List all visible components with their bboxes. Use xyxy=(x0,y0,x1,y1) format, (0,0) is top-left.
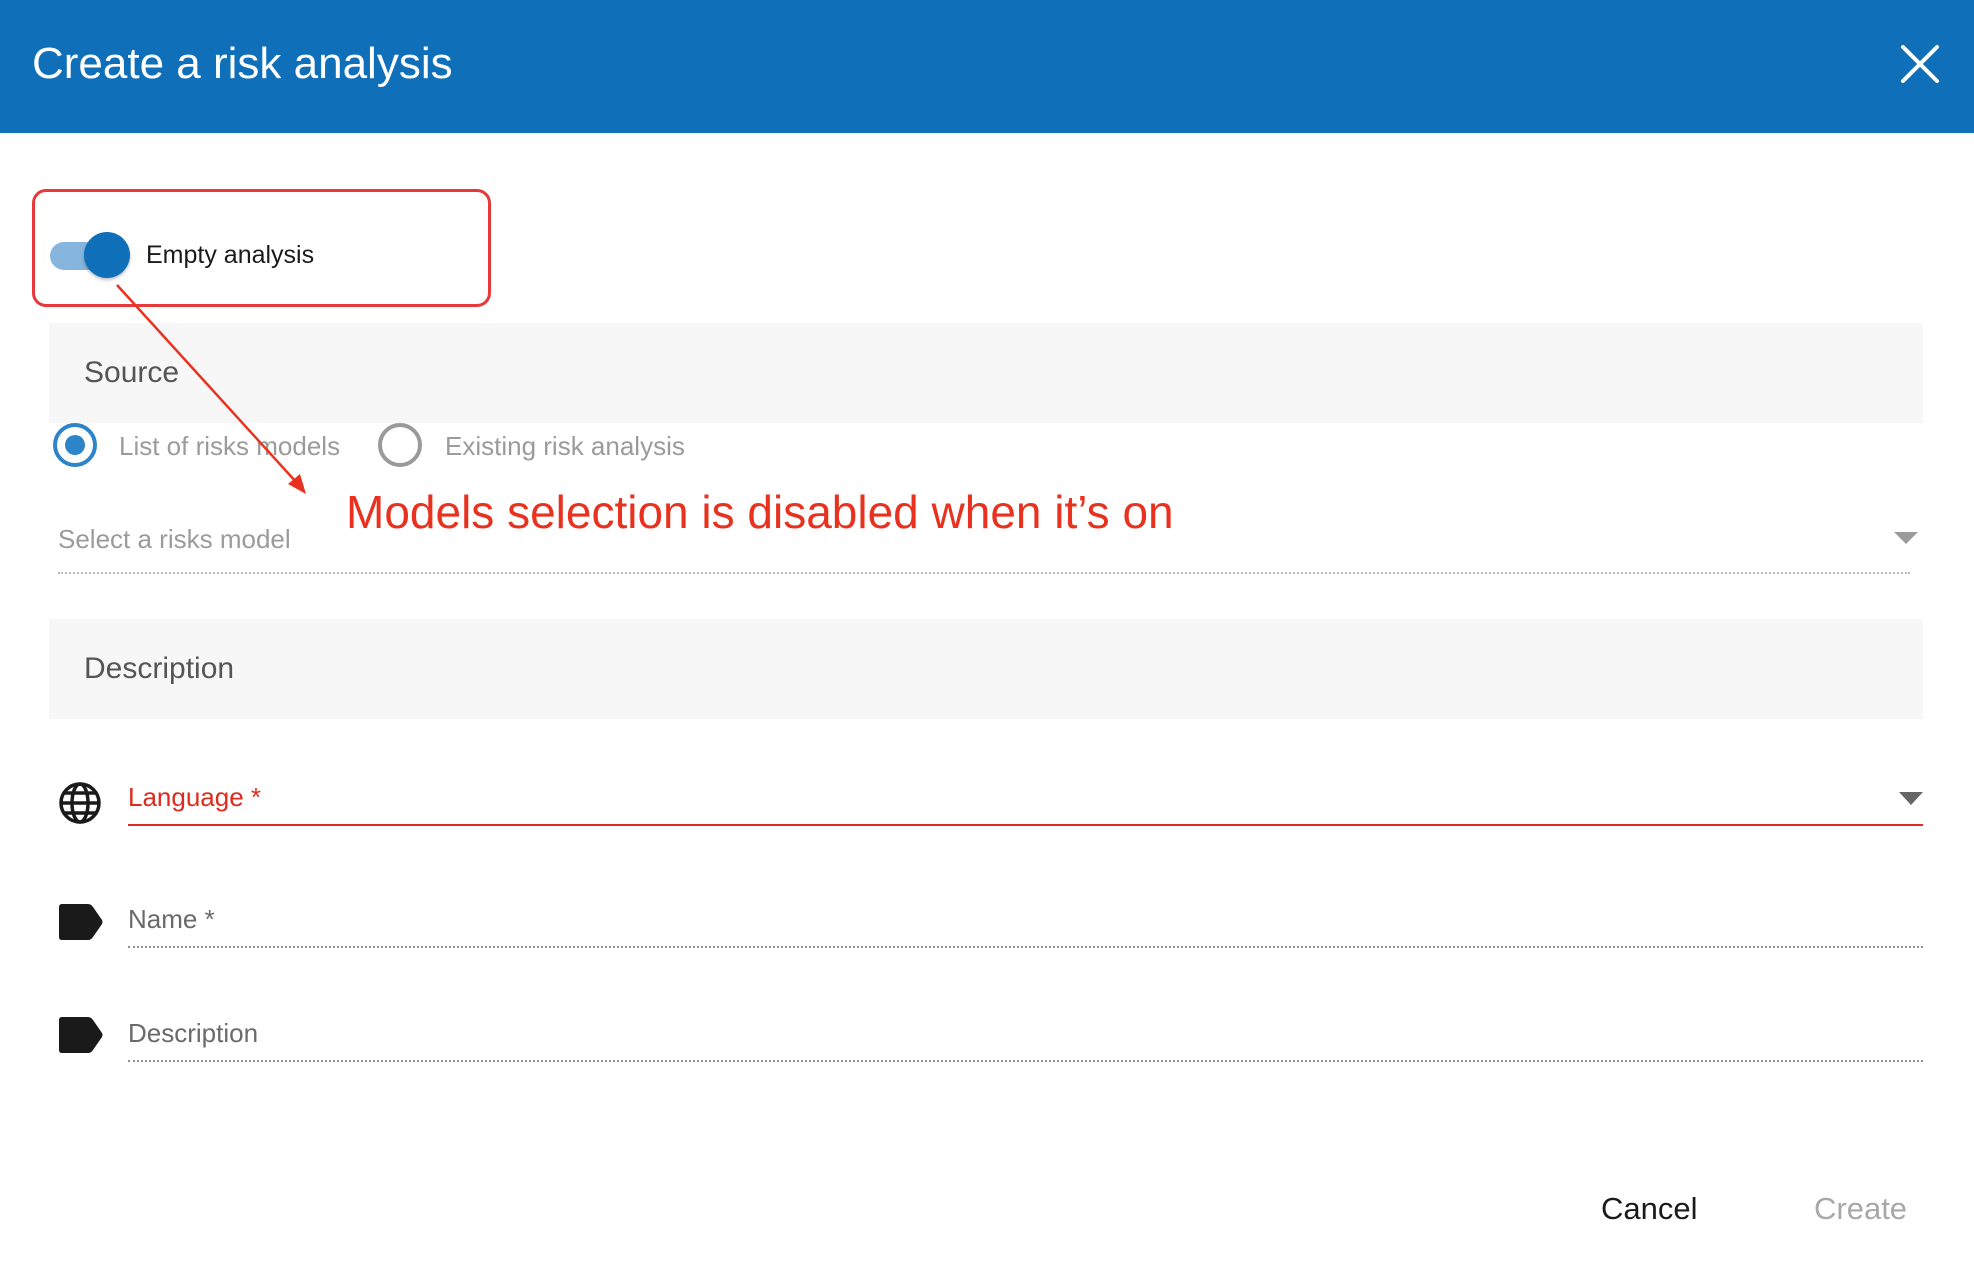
empty-analysis-label: Empty analysis xyxy=(146,241,315,269)
description-label: Description xyxy=(128,1018,259,1048)
dialog-title: Create a risk analysis xyxy=(32,39,453,88)
language-label: Language * xyxy=(128,782,262,812)
name-field[interactable]: Name * xyxy=(128,902,1923,948)
toggle-thumb xyxy=(84,232,130,278)
radio-label-list-of-risks-models: List of risks models xyxy=(119,431,341,461)
close-button[interactable] xyxy=(1894,38,1946,90)
description-field[interactable]: Description xyxy=(128,1016,1923,1062)
annotation-text: Models selection is disabled when it’s o… xyxy=(346,486,1174,538)
close-icon xyxy=(1901,45,1939,83)
label-tag-icon xyxy=(59,904,103,940)
radio-list-of-risks-models[interactable] xyxy=(53,423,97,467)
cancel-button[interactable]: Cancel xyxy=(1601,1189,1698,1229)
dialog-header: Create a risk analysis xyxy=(0,0,1974,133)
name-label: Name * xyxy=(128,904,215,934)
dialog: Create a risk analysis Empty analysis So… xyxy=(0,0,1974,1266)
radio-existing-risk-analysis[interactable] xyxy=(378,423,422,467)
label-tag-icon xyxy=(59,1017,103,1053)
risks-model-select-placeholder: Select a risks model xyxy=(58,524,291,554)
source-section-header: Source xyxy=(49,323,1923,423)
radio-label-existing-risk-analysis: Existing risk analysis xyxy=(445,431,685,461)
empty-analysis-toggle[interactable] xyxy=(50,232,130,278)
description-section-title: Description xyxy=(84,652,235,685)
chevron-down-icon xyxy=(1894,532,1918,544)
description-section-header: Description xyxy=(49,619,1923,719)
language-select[interactable]: Language * xyxy=(128,780,1923,826)
globe-icon xyxy=(59,782,101,824)
source-section-title: Source xyxy=(84,356,180,389)
chevron-down-icon xyxy=(1899,792,1923,805)
create-button[interactable]: Create xyxy=(1814,1189,1907,1229)
